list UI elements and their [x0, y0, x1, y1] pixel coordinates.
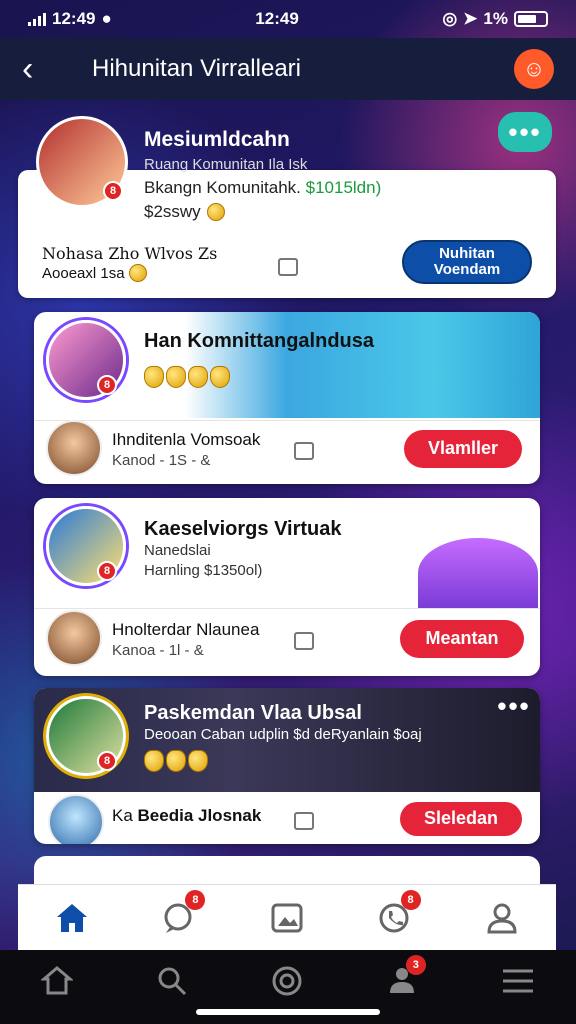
heart-icon: [210, 366, 230, 388]
community-card-3[interactable]: 8 Paskemdan Vlaa Ubsal Deooan Caban udpl…: [34, 688, 540, 844]
featured-price: $2sswy: [144, 202, 201, 221]
home-indicator[interactable]: [196, 1009, 380, 1015]
card-1-title: Han Komnittangalndusa: [144, 330, 375, 352]
card-2-member-name: Hnolterdar Nlaunea: [112, 620, 260, 639]
wifi-icon: ●: [101, 9, 112, 28]
featured-left-line-2: Aooeaxl 1sa: [42, 264, 147, 282]
heart-icon: [188, 750, 208, 772]
badge-icon: 8: [97, 751, 117, 771]
heart-icon: [166, 750, 186, 772]
share-icon[interactable]: [294, 442, 314, 460]
heart-icon: [144, 750, 164, 772]
featured-title: Mesiumldcahn: [144, 128, 290, 151]
featured-line-2: $2sswy: [144, 202, 225, 222]
profile-avatar-button[interactable]: ☺: [514, 49, 554, 89]
more-options-button[interactable]: •••: [492, 688, 536, 724]
card-2-meta-1: Nanedslai: [144, 542, 211, 559]
back-button[interactable]: ‹: [22, 52, 66, 86]
featured-left-line-1: Nohasa Zho Wlvos Zs: [42, 244, 218, 263]
tab-calls[interactable]: 8: [373, 889, 421, 940]
card-1-divider: [34, 420, 540, 421]
chat-badge: 8: [185, 889, 206, 910]
card-3-emoji-row: [144, 750, 208, 772]
coin-icon: [206, 203, 225, 221]
status-bar: 12:49 ● 12:49 ◎ ➤ 1%: [0, 0, 576, 38]
system-profile-badge: 3: [405, 954, 426, 975]
badge-icon: 8: [97, 561, 117, 581]
featured-avatar[interactable]: 8: [36, 116, 128, 208]
card-1-banner: [118, 312, 540, 418]
coin-icon: [128, 264, 147, 282]
card-2-action-button[interactable]: Meantan: [400, 620, 524, 658]
tab-chat[interactable]: 8: [157, 889, 206, 940]
featured-subtitle: Ruang Komunitan Ila Isk: [144, 156, 308, 173]
card-2-member-avatar[interactable]: [46, 610, 102, 666]
system-home-icon[interactable]: [41, 965, 74, 997]
community-card-2[interactable]: 8 Kaeselviorgs Virtuak Nanedslai Harnlin…: [34, 498, 540, 676]
battery-percent: 1%: [483, 9, 508, 28]
share-icon[interactable]: [294, 632, 314, 650]
tab-home[interactable]: [50, 896, 94, 940]
status-time: 12:49: [255, 9, 299, 28]
user-icon: [487, 903, 517, 933]
status-right: ◎ ➤ 1%: [442, 9, 548, 29]
tab-gallery[interactable]: [265, 896, 309, 940]
featured-action-button[interactable]: Nuhitan Voendam: [402, 240, 532, 284]
status-carrier-time: 12:49: [52, 9, 96, 28]
card-2-avatar[interactable]: 8: [46, 506, 126, 586]
card-1-member-meta: Kanod - 1S - &: [112, 452, 211, 469]
heart-icon: [144, 366, 164, 388]
share-icon[interactable]: [278, 258, 298, 276]
card-1-emoji-row: [144, 366, 230, 388]
featured-line-1: Bkangn Komunitahk. $1015ldn): [144, 178, 381, 198]
card-1-avatar[interactable]: 8: [46, 320, 126, 400]
featured-line-1-value: $1015ldn): [305, 178, 382, 197]
search-icon[interactable]: [156, 965, 188, 997]
tab-profile[interactable]: [480, 896, 524, 940]
share-icon[interactable]: [294, 812, 314, 830]
app-tab-bar: 8 8: [18, 884, 556, 950]
status-left: 12:49 ●: [28, 9, 112, 29]
card-3-title: Paskemdan Vlaa Ubsal: [144, 702, 362, 724]
home-icon: [56, 903, 87, 932]
card-3-action-button[interactable]: Sleledan: [400, 802, 522, 836]
card-3-avatar[interactable]: 8: [46, 696, 126, 776]
featured-left-line-2-text: Aooeaxl 1sa: [42, 264, 125, 282]
more-options-button[interactable]: •••: [498, 112, 552, 152]
circle-icon[interactable]: [271, 965, 303, 997]
card-3-member-prefix: Ka: [112, 806, 133, 825]
card-1-action-button[interactable]: Vlamller: [404, 430, 522, 468]
badge-icon: 8: [103, 181, 123, 201]
heart-icon: [166, 366, 186, 388]
card-2-illustration: [418, 538, 538, 608]
card-2-meta-2: Harnling $1350ol): [144, 562, 263, 579]
location-icon: ➤: [463, 9, 478, 28]
alarm-icon: ◎: [442, 9, 458, 28]
gallery-icon: [271, 903, 303, 932]
system-profile-button[interactable]: 3: [386, 954, 426, 1000]
card-3-member-avatar[interactable]: [48, 794, 104, 844]
heart-icon: [188, 366, 208, 388]
battery-icon: [513, 11, 548, 27]
menu-icon[interactable]: [501, 966, 535, 996]
badge-icon: 8: [97, 375, 117, 395]
community-card-1[interactable]: 8 Han Komnittangalndusa Ihnditenla Vomso…: [34, 312, 540, 484]
signal-icon: [28, 12, 46, 26]
card-2-member-meta: Kanoa - 1l - &: [112, 642, 204, 659]
card-3-member-name: Ka Beedia Jlosnak: [112, 806, 261, 826]
page-title: Hihunitan Virralleari: [92, 55, 301, 82]
app-header: ‹ Hihunitan Virralleari ☺: [0, 38, 576, 100]
card-2-title: Kaeselviorgs Virtuak: [144, 518, 342, 540]
card-1-member-name: Ihnditenla Vomsoak: [112, 430, 261, 449]
card-3-meta: Deooan Caban udplin $d deRyanlain $oaj: [144, 726, 422, 743]
calls-badge: 8: [400, 889, 421, 910]
featured-line-1-prefix: Bkangn Komunitahk.: [144, 178, 301, 197]
card-3-member-text: Beedia Jlosnak: [137, 806, 262, 825]
card-2-divider: [34, 608, 540, 609]
card-1-member-avatar[interactable]: [46, 420, 102, 476]
